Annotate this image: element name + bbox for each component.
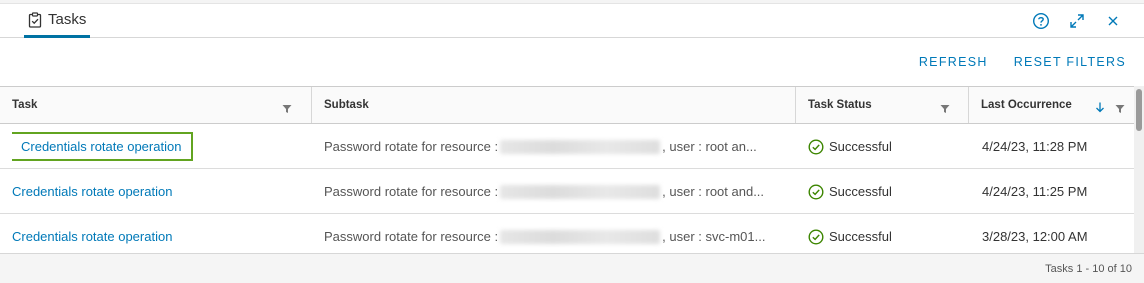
close-icon[interactable] [1104, 12, 1122, 30]
subtask-prefix: Password rotate for resource : [324, 184, 499, 199]
pagination-text: Tasks 1 - 10 of 10 [1045, 263, 1132, 275]
status-text: Successful [829, 184, 892, 199]
subtask-suffix: , user : svc-m01... [662, 229, 766, 244]
table-row[interactable]: Credentials rotate operation Password ro… [0, 124, 1134, 169]
subtask-cell: Password rotate for resource : , user : … [324, 169, 789, 214]
status-cell: Successful [808, 124, 963, 169]
grid-footer: Tasks 1 - 10 of 10 [0, 253, 1144, 283]
filter-icon[interactable] [940, 101, 950, 113]
task-link[interactable]: Credentials rotate operation [12, 132, 194, 161]
panel-header: Tasks [0, 4, 1144, 38]
column-label-task-status: Task Status [808, 99, 872, 111]
check-circle-icon [808, 183, 824, 200]
help-icon[interactable] [1032, 12, 1050, 30]
last-occurrence-cell: 4/24/23, 11:28 PM [982, 139, 1088, 154]
column-label-last-occurrence: Last Occurrence [981, 99, 1072, 111]
check-circle-icon [808, 228, 824, 245]
status-text: Successful [829, 139, 892, 154]
status-badge: Successful [808, 138, 892, 155]
status-badge: Successful [808, 228, 892, 245]
status-text: Successful [829, 229, 892, 244]
check-circle-icon [808, 138, 824, 155]
status-badge: Successful [808, 183, 892, 200]
subtask-cell: Password rotate for resource : , user : … [324, 124, 789, 169]
status-cell: Successful [808, 169, 963, 214]
tab-label: Tasks [48, 11, 87, 28]
redacted-resource [500, 229, 661, 244]
grid-header-row: Task Subtask Task Status Last Occurrence [0, 87, 1134, 124]
column-label-subtask: Subtask [324, 99, 369, 111]
clipboard-check-icon [28, 11, 42, 28]
refresh-button[interactable]: REFRESH [919, 55, 988, 69]
subtask-prefix: Password rotate for resource : [324, 139, 499, 154]
tab-tasks[interactable]: Tasks [24, 4, 91, 38]
redacted-resource [500, 139, 661, 154]
grid-actions: REFRESH RESET FILTERS [919, 55, 1126, 69]
column-header-last-occurrence[interactable]: Last Occurrence [969, 87, 1134, 123]
subtask-suffix: , user : root and... [662, 184, 765, 199]
column-header-task[interactable]: Task [0, 87, 311, 123]
task-cell: Credentials rotate operation [12, 169, 302, 214]
table-row[interactable]: Credentials rotate operation Password ro… [0, 169, 1134, 214]
sort-descending-icon[interactable] [1095, 100, 1105, 113]
subtask-suffix: , user : root an... [662, 139, 757, 154]
task-link[interactable]: Credentials rotate operation [12, 184, 172, 199]
filter-icon[interactable] [282, 101, 292, 113]
expand-icon[interactable] [1068, 12, 1086, 30]
subtask-prefix: Password rotate for resource : [324, 229, 499, 244]
task-link[interactable]: Credentials rotate operation [12, 229, 172, 244]
last-occurrence-cell: 4/24/23, 11:25 PM [982, 184, 1088, 199]
column-header-subtask[interactable]: Subtask [312, 87, 795, 123]
vertical-scrollbar[interactable] [1134, 86, 1144, 253]
scrollbar-thumb[interactable] [1136, 89, 1142, 131]
column-label-task: Task [12, 99, 38, 111]
reset-filters-button[interactable]: RESET FILTERS [1014, 55, 1126, 69]
redacted-resource [500, 184, 661, 199]
filter-icon[interactable] [1115, 101, 1125, 113]
column-header-task-status[interactable]: Task Status [796, 87, 968, 123]
task-cell: Credentials rotate operation [12, 124, 302, 169]
